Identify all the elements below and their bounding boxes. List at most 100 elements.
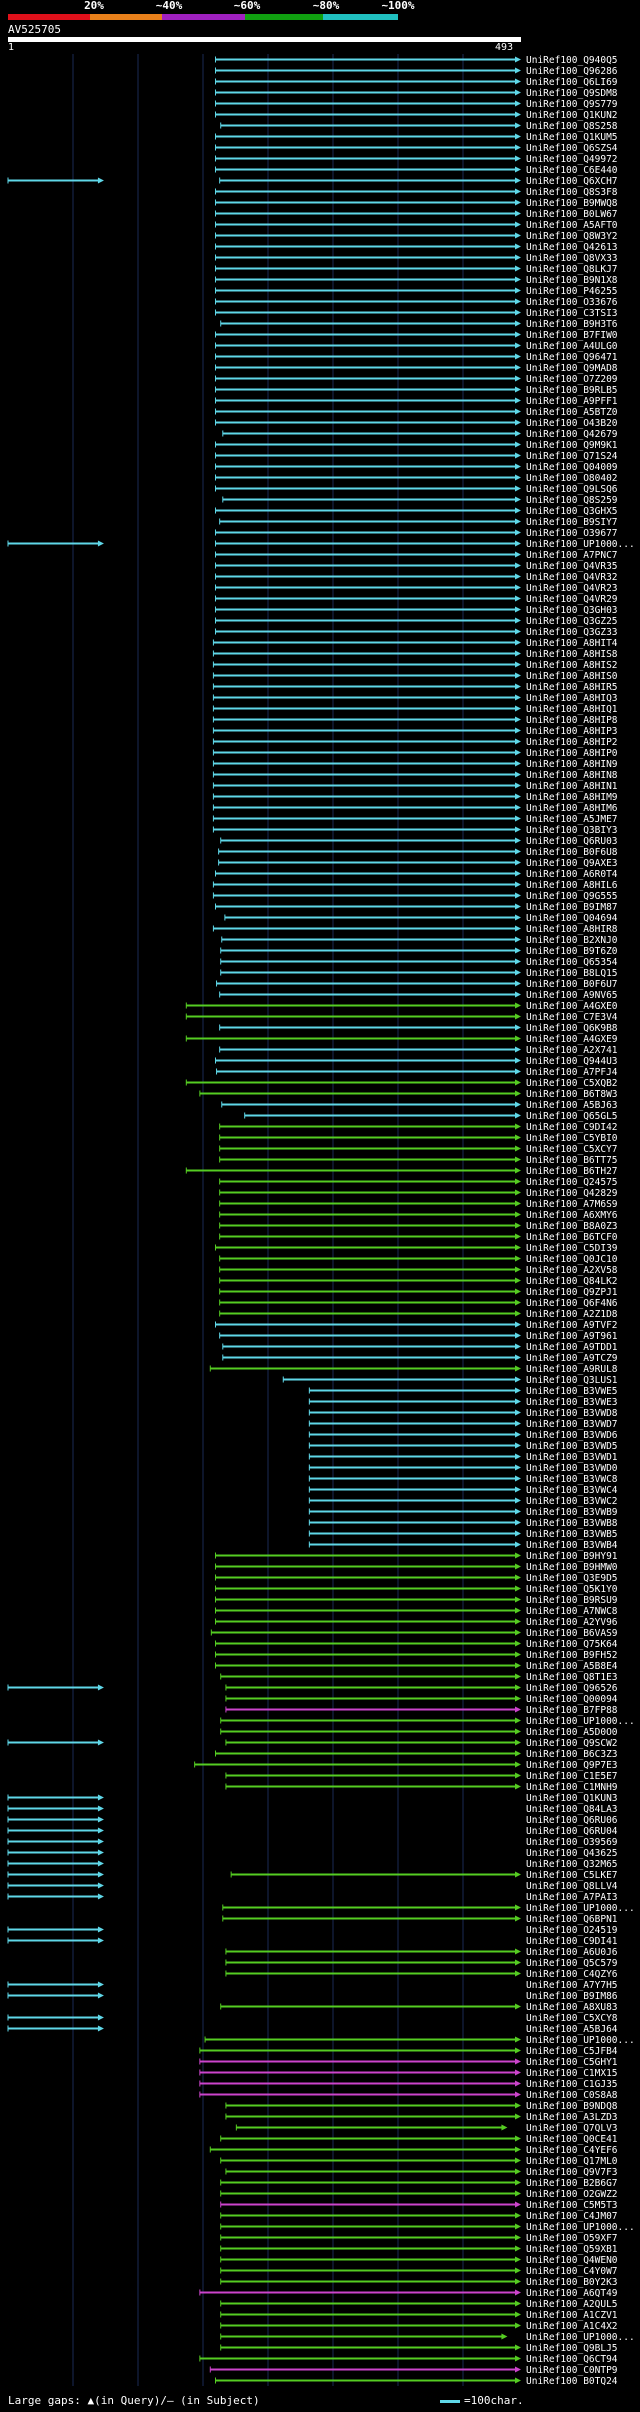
hit-label[interactable]: UniRef100_Q4VR32	[526, 572, 618, 583]
hit-label[interactable]: UniRef100_Q3GHX5	[526, 506, 618, 517]
hit-label[interactable]: UniRef100_A5BJ63	[526, 1100, 618, 1111]
hit-label[interactable]: UniRef100_B9N1X8	[526, 275, 618, 286]
hit-label[interactable]: UniRef100_A8HIM6	[526, 803, 618, 814]
hit-label[interactable]: UniRef100_Q42829	[526, 1188, 618, 1199]
hit-label[interactable]: UniRef100_Q9SCW2	[526, 1738, 618, 1749]
hit-label[interactable]: UniRef100_Q6LI69	[526, 77, 618, 88]
hit-label[interactable]: UniRef100_B3VWD7	[526, 1419, 618, 1430]
hit-label[interactable]: UniRef100_A7PFJ4	[526, 1067, 618, 1078]
hit-label[interactable]: UniRef100_C5JFB4	[526, 2046, 618, 2057]
hit-label[interactable]: UniRef100_B8A0Z3	[526, 1221, 618, 1232]
hit-label[interactable]: UniRef100_UP1000...	[526, 539, 635, 550]
hit-label[interactable]: UniRef100_B3VWB5	[526, 1529, 618, 1540]
hit-label[interactable]: UniRef100_A7PNC7	[526, 550, 618, 561]
hit-label[interactable]: UniRef100_Q8VX33	[526, 253, 618, 264]
hit-label[interactable]: UniRef100_Q8LLV4	[526, 1881, 618, 1892]
hit-label[interactable]: UniRef100_A2X741	[526, 1045, 618, 1056]
hit-label[interactable]: UniRef100_O59XF7	[526, 2233, 618, 2244]
hit-label[interactable]: UniRef100_C9DI42	[526, 1122, 618, 1133]
hit-label[interactable]: UniRef100_C5XQB2	[526, 1078, 618, 1089]
hit-label[interactable]: UniRef100_A8HIP8	[526, 715, 618, 726]
hit-label[interactable]: UniRef100_C5XCY7	[526, 1144, 618, 1155]
hit-label[interactable]: UniRef100_A5B8E4	[526, 1661, 618, 1672]
hit-label[interactable]: UniRef100_Q65354	[526, 957, 618, 968]
hit-label[interactable]: UniRef100_B9FH52	[526, 1650, 618, 1661]
hit-label[interactable]: UniRef100_C5LKE7	[526, 1870, 618, 1881]
hit-label[interactable]: UniRef100_A2YV96	[526, 1617, 618, 1628]
hit-label[interactable]: UniRef100_Q6XCH7	[526, 176, 618, 187]
hit-label[interactable]: UniRef100_B3VWC2	[526, 1496, 618, 1507]
hit-label[interactable]: UniRef100_C4QZY6	[526, 1969, 618, 1980]
hit-label[interactable]: UniRef100_Q4VR35	[526, 561, 618, 572]
hit-label[interactable]: UniRef100_C4YEF6	[526, 2145, 618, 2156]
hit-label[interactable]: UniRef100_B0Y2K3	[526, 2277, 618, 2288]
hit-label[interactable]: UniRef100_A8HIS8	[526, 649, 618, 660]
hit-label[interactable]: UniRef100_A7PAI3	[526, 1892, 618, 1903]
hit-label[interactable]: UniRef100_Q8LKJ7	[526, 264, 618, 275]
hit-label[interactable]: UniRef100_O39569	[526, 1837, 618, 1848]
hit-label[interactable]: UniRef100_B0F6U8	[526, 847, 618, 858]
hit-label[interactable]: UniRef100_A7NWC8	[526, 1606, 618, 1617]
hit-label[interactable]: UniRef100_B3VWD1	[526, 1452, 618, 1463]
hit-label[interactable]: UniRef100_C1GJ35	[526, 2079, 618, 2090]
hit-label[interactable]: UniRef100_Q1KUN3	[526, 1793, 618, 1804]
hit-label[interactable]: UniRef100_C5XCY8	[526, 2013, 618, 2024]
hit-label[interactable]: UniRef100_Q49972	[526, 154, 618, 165]
hit-label[interactable]: UniRef100_UP1000...	[526, 1716, 635, 1727]
hit-label[interactable]: UniRef100_Q9V7F3	[526, 2167, 618, 2178]
hit-label[interactable]: UniRef100_A8HIS2	[526, 660, 618, 671]
hit-label[interactable]: UniRef100_A9TVF2	[526, 1320, 618, 1331]
hit-label[interactable]: UniRef100_Q96286	[526, 66, 618, 77]
hit-label[interactable]: UniRef100_Q59XB1	[526, 2244, 618, 2255]
hit-label[interactable]: UniRef100_Q9G555	[526, 891, 618, 902]
hit-label[interactable]: UniRef100_O33676	[526, 297, 618, 308]
hit-label[interactable]: UniRef100_Q71S24	[526, 451, 618, 462]
hit-label[interactable]: UniRef100_B9H3T6	[526, 319, 618, 330]
hit-label[interactable]: UniRef100_Q04009	[526, 462, 618, 473]
hit-label[interactable]: UniRef100_C5GHY1	[526, 2057, 618, 2068]
hit-label[interactable]: UniRef100_B9NDQ8	[526, 2101, 618, 2112]
hit-label[interactable]: UniRef100_Q6CT94	[526, 2354, 618, 2365]
hit-label[interactable]: UniRef100_Q3GH03	[526, 605, 618, 616]
hit-label[interactable]: UniRef100_Q9LSQ6	[526, 484, 618, 495]
hit-label[interactable]: UniRef100_B8LQ15	[526, 968, 618, 979]
hit-label[interactable]: UniRef100_A6QT49	[526, 2288, 618, 2299]
hit-label[interactable]: UniRef100_A7Y7H5	[526, 1980, 618, 1991]
hit-label[interactable]: UniRef100_B3VWC4	[526, 1485, 618, 1496]
hit-label[interactable]: UniRef100_B3VWE5	[526, 1386, 618, 1397]
hit-label[interactable]: UniRef100_A8HIP3	[526, 726, 618, 737]
hit-label[interactable]: UniRef100_A8HIP0	[526, 748, 618, 759]
hit-label[interactable]: UniRef100_Q3BIY3	[526, 825, 618, 836]
hit-label[interactable]: UniRef100_A9NV65	[526, 990, 618, 1001]
hit-label[interactable]: UniRef100_Q4VR29	[526, 594, 618, 605]
hit-label[interactable]: UniRef100_Q32M65	[526, 1859, 618, 1870]
hit-label[interactable]: UniRef100_B6TCF0	[526, 1232, 618, 1243]
hit-label[interactable]: UniRef100_Q940Q5	[526, 55, 618, 66]
hit-label[interactable]: UniRef100_Q8T1E3	[526, 1672, 618, 1683]
hit-label[interactable]: UniRef100_C5M5T3	[526, 2200, 618, 2211]
hit-label[interactable]: UniRef100_Q17ML0	[526, 2156, 618, 2167]
hit-label[interactable]: UniRef100_Q04694	[526, 913, 618, 924]
hit-label[interactable]: UniRef100_Q3E9D5	[526, 1573, 618, 1584]
hit-label[interactable]: UniRef100_C7E3V4	[526, 1012, 618, 1023]
hit-label[interactable]: UniRef100_O39677	[526, 528, 618, 539]
hit-label[interactable]: UniRef100_Q5C579	[526, 1958, 618, 1969]
hit-label[interactable]: UniRef100_A4GXE0	[526, 1001, 618, 1012]
hit-label[interactable]: UniRef100_C5DI39	[526, 1243, 618, 1254]
hit-label[interactable]: UniRef100_B6C3Z3	[526, 1749, 618, 1760]
hit-label[interactable]: UniRef100_C1MX15	[526, 2068, 618, 2079]
hit-label[interactable]: UniRef100_C1E5E7	[526, 1771, 618, 1782]
hit-label[interactable]: UniRef100_A9TCZ9	[526, 1353, 618, 1364]
hit-label[interactable]: UniRef100_B3VWD6	[526, 1430, 618, 1441]
hit-label[interactable]: UniRef100_A3LZD3	[526, 2112, 618, 2123]
hit-label[interactable]: UniRef100_A8HIN8	[526, 770, 618, 781]
hit-label[interactable]: UniRef100_O24519	[526, 1925, 618, 1936]
hit-label[interactable]: UniRef100_Q9BLJ5	[526, 2343, 618, 2354]
hit-label[interactable]: UniRef100_B7FIW0	[526, 330, 618, 341]
hit-label[interactable]: UniRef100_Q0JC10	[526, 1254, 618, 1265]
hit-label[interactable]: UniRef100_Q96471	[526, 352, 618, 363]
hit-label[interactable]: UniRef100_Q5K1Y0	[526, 1584, 618, 1595]
hit-label[interactable]: UniRef100_A6U0J6	[526, 1947, 618, 1958]
hit-label[interactable]: UniRef100_B9HY91	[526, 1551, 618, 1562]
hit-label[interactable]: UniRef100_A8HIN9	[526, 759, 618, 770]
